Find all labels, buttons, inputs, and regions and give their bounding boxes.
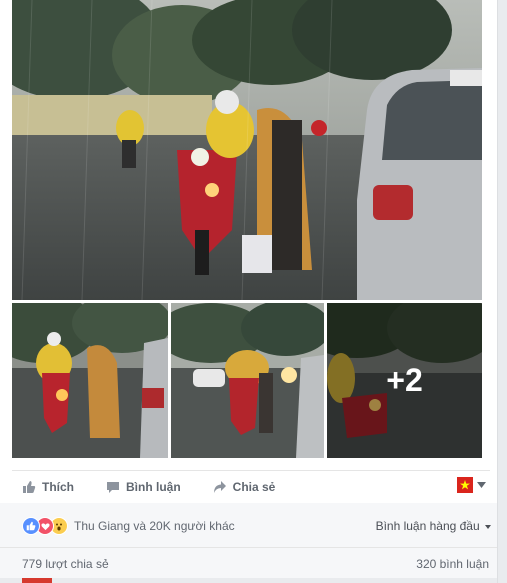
progress-accent xyxy=(22,578,52,583)
reactions-summary[interactable]: Thu Giang và 20K người khác xyxy=(74,519,235,533)
reactions-bar: Thu Giang và 20K người khác Bình luận hà… xyxy=(0,503,497,548)
vietnam-flag-icon xyxy=(457,477,473,493)
post-counts: 779 lượt chia sẻ 320 bình luận xyxy=(0,548,497,578)
caret-down-icon xyxy=(485,524,491,529)
thumb-photo-3[interactable]: +2 xyxy=(327,303,482,458)
comment-icon xyxy=(107,482,119,493)
post-card: +2 Thích Bình luận Chia sẻ Thu Giang và … xyxy=(0,0,498,583)
comment-label: Bình luận xyxy=(126,480,181,494)
like-label: Thích xyxy=(42,480,74,494)
reaction-icons[interactable] xyxy=(22,517,72,535)
action-bar: Thích Bình luận Chia sẻ xyxy=(12,470,490,504)
like-reaction-icon xyxy=(22,517,40,535)
comment-count[interactable]: 320 bình luận xyxy=(416,557,489,571)
thumbs-up-icon xyxy=(23,481,36,493)
share-arrow-icon xyxy=(213,481,226,493)
more-photos-count: +2 xyxy=(327,303,482,458)
thumb-photo-2[interactable] xyxy=(171,303,324,458)
comment-sort-dropdown[interactable]: Bình luận hàng đầu xyxy=(376,519,491,533)
thumb-photo-1[interactable] xyxy=(12,303,168,458)
share-count[interactable]: 779 lượt chia sẻ xyxy=(22,557,109,571)
like-button[interactable]: Thích xyxy=(22,472,74,502)
divider xyxy=(0,578,497,583)
comment-sort-label: Bình luận hàng đầu xyxy=(375,519,480,533)
comment-button[interactable]: Bình luận xyxy=(106,472,181,502)
page-selector[interactable] xyxy=(457,477,486,493)
share-button[interactable]: Chia sẻ xyxy=(213,472,276,502)
caret-down-icon xyxy=(477,482,486,488)
share-label: Chia sẻ xyxy=(232,480,276,494)
main-photo[interactable] xyxy=(12,0,482,300)
